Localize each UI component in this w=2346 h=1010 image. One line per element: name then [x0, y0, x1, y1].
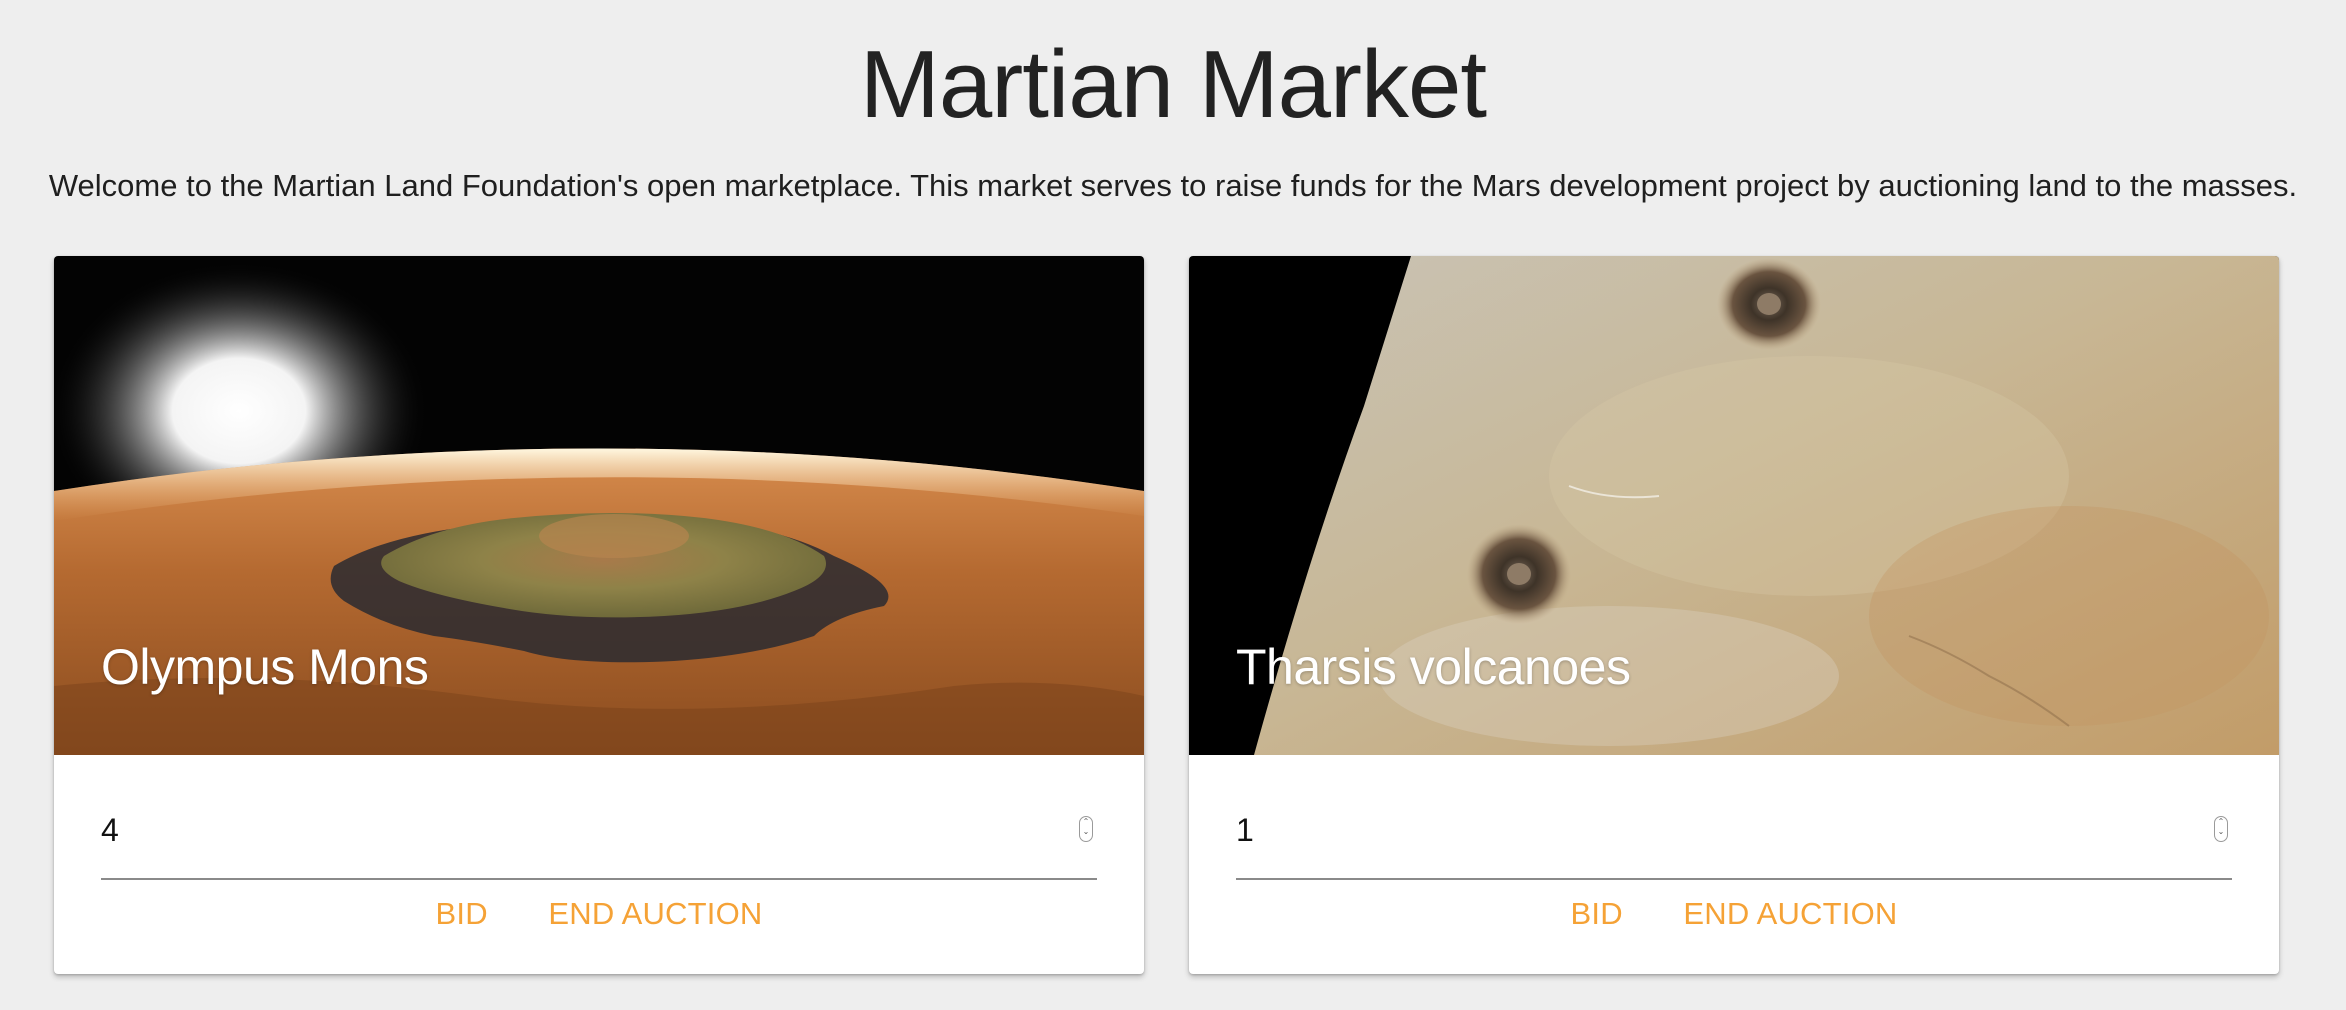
card-actions: BID END AUCTION	[1189, 896, 2279, 932]
bid-amount-input[interactable]	[1236, 812, 2136, 849]
intro-text: Welcome to the Martian Land Foundation's…	[48, 168, 2298, 203]
bid-button[interactable]: BID	[1571, 896, 1623, 932]
card-actions: BID END AUCTION	[54, 896, 1144, 932]
end-auction-button[interactable]: END AUCTION	[548, 896, 762, 932]
listing-card-tharsis-volcanoes: Tharsis volcanoes ⌃⌄ BID END AUCTION	[1189, 256, 2279, 974]
listing-image-tharsis-volcanoes: Tharsis volcanoes	[1189, 256, 2279, 755]
number-stepper-icon[interactable]: ⌃ ⌄	[1079, 816, 1093, 842]
bid-amount-field[interactable]: ⌃⌄	[1236, 796, 2232, 880]
number-stepper-icon[interactable]: ⌃ ⌄	[2214, 816, 2228, 842]
martian-market-page: Martian Market Welcome to the Martian La…	[0, 0, 2346, 1010]
listing-card-olympus-mons: Olympus Mons ⌃⌄ BID END AUCTION	[54, 256, 1144, 974]
bid-amount-input[interactable]	[101, 812, 1001, 849]
bid-button[interactable]: BID	[436, 896, 488, 932]
listing-title: Tharsis volcanoes	[1236, 639, 1631, 695]
listing-title: Olympus Mons	[101, 639, 429, 695]
page-title: Martian Market	[859, 31, 1487, 138]
end-auction-button[interactable]: END AUCTION	[1683, 896, 1897, 932]
bid-amount-field[interactable]: ⌃⌄	[101, 796, 1097, 880]
listing-image-olympus-mons: Olympus Mons	[54, 256, 1144, 755]
